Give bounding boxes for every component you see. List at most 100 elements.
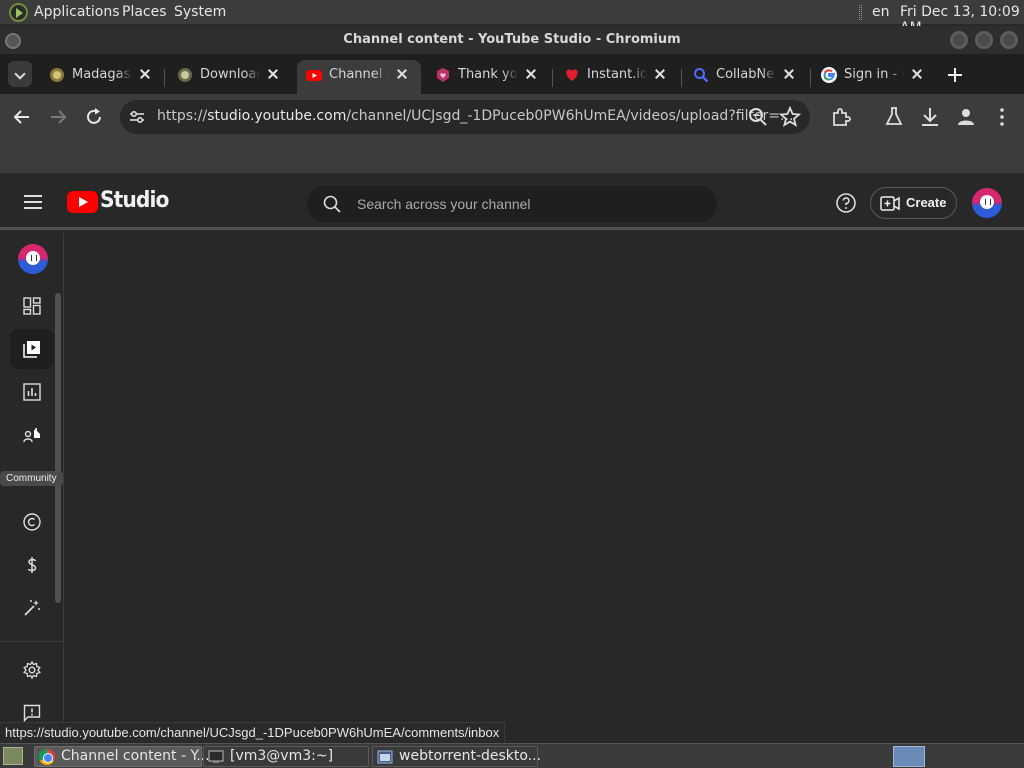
more-menu-icon[interactable] (990, 105, 1014, 129)
youtube-favicon (306, 70, 322, 81)
zoom-icon[interactable] (746, 105, 770, 129)
close-window-button[interactable] (1000, 31, 1018, 49)
channel-search-box[interactable] (307, 186, 717, 222)
bottom-taskbar: Channel content - Y... [vm3@vm3:~] webto… (0, 743, 1024, 768)
magic-wand-icon (24, 600, 40, 616)
browser-toolbar: https://studio.youtube.com/channel/UCJsg… (0, 94, 1024, 140)
forward-arrow-icon[interactable] (46, 105, 70, 129)
window-title: Channel content - YouTube Studio - Chrom… (343, 32, 681, 47)
menu-places[interactable]: Places (122, 4, 167, 20)
tab-close-icon[interactable] (908, 65, 926, 83)
workspace-switcher[interactable] (893, 746, 925, 767)
tab-label: Instant.io (587, 67, 647, 82)
tab-label: Download (200, 67, 260, 82)
sidebar-item-dashboard[interactable] (10, 286, 54, 326)
tab-divider (681, 69, 682, 87)
sidebar-item-community[interactable] (10, 415, 54, 455)
sidebar-item-copyright[interactable] (10, 502, 54, 542)
labs-flask-icon[interactable] (882, 105, 906, 129)
sidebar-item-content[interactable] (10, 329, 54, 369)
tab-collabnet[interactable]: CollabNet (684, 60, 808, 94)
content-play-icon (23, 341, 40, 358)
profile-icon[interactable] (954, 105, 978, 129)
dashboard-icon (23, 297, 41, 315)
tab-search-button[interactable] (8, 61, 32, 87)
new-tab-button[interactable] (944, 64, 966, 86)
tab-divider (810, 69, 811, 87)
extensions-icon[interactable] (829, 105, 853, 129)
tab-close-icon[interactable] (651, 65, 669, 83)
url-host: studio.youtube.com (207, 108, 347, 124)
download-favicon (178, 68, 192, 82)
chromium-icon (39, 749, 55, 765)
panel-separator (859, 5, 862, 20)
create-video-icon (880, 196, 900, 211)
window-titlebar: Channel content - YouTube Studio - Chrom… (0, 26, 1024, 54)
tab-madagascar[interactable]: Madagascar (40, 60, 164, 94)
menu-applications[interactable]: Applications (34, 4, 120, 20)
download-icon[interactable] (918, 105, 942, 129)
tab-close-icon[interactable] (393, 65, 411, 83)
app-window-icon (377, 750, 393, 764)
tab-thank-you[interactable]: Thank you (426, 60, 550, 94)
madagascar-favicon (50, 68, 64, 82)
site-info-tune-icon[interactable] (128, 108, 146, 126)
dollar-icon (27, 557, 37, 573)
sidebar-divider (0, 641, 64, 642)
url-text[interactable]: https://studio.youtube.com/channel/UCJsg… (157, 108, 793, 124)
tab-label: Thank you (458, 67, 518, 82)
taskbar-item-webtorrent[interactable]: webtorrent-deskto... (372, 746, 541, 767)
copyright-icon (23, 513, 41, 531)
status-bubble-url: https://studio.youtube.com/channel/UCJsg… (0, 722, 506, 742)
tab-close-icon[interactable] (522, 65, 540, 83)
youtube-logo-icon[interactable] (67, 191, 98, 213)
address-bar[interactable]: https://studio.youtube.com/channel/UCJsg… (120, 100, 810, 134)
studio-logo-text[interactable]: Studio (100, 188, 169, 213)
maximize-button[interactable] (975, 31, 993, 49)
menu-system[interactable]: System (174, 4, 226, 20)
taskbar-item-label: Channel content - Y... (61, 748, 210, 764)
keyboard-language-indicator[interactable]: en (872, 4, 890, 20)
minimize-button[interactable] (950, 31, 968, 49)
reload-icon[interactable] (82, 105, 106, 129)
show-desktop-icon[interactable] (3, 747, 23, 765)
sidebar-item-earn[interactable] (10, 545, 54, 585)
back-arrow-icon[interactable] (10, 105, 34, 129)
search-icon[interactable] (323, 195, 341, 213)
sidebar-item-customization[interactable] (10, 588, 54, 628)
google-favicon (821, 67, 837, 83)
sidebar-tooltip: Community (0, 471, 63, 486)
search-favicon (694, 68, 709, 83)
heart-shield-favicon (437, 68, 449, 82)
account-avatar[interactable] (972, 188, 1002, 218)
help-icon[interactable] (835, 192, 857, 214)
channel-avatar[interactable] (18, 244, 48, 274)
taskbar-item-chromium[interactable]: Channel content - Y... (34, 746, 210, 767)
bookmark-star-icon[interactable] (778, 105, 802, 129)
tab-label: CollabNet (716, 67, 776, 82)
tab-download[interactable]: Download (168, 60, 292, 94)
tab-close-icon[interactable] (264, 65, 282, 83)
hamburger-menu-icon[interactable] (24, 195, 42, 209)
community-icon (23, 428, 40, 443)
tab-instant-io[interactable]: Instant.io (555, 60, 679, 94)
tab-close-icon[interactable] (780, 65, 798, 83)
tab-divider (164, 69, 165, 87)
search-input[interactable] (357, 195, 697, 213)
sidebar-item-analytics[interactable] (10, 372, 54, 412)
analytics-icon (23, 383, 41, 401)
tab-close-icon[interactable] (136, 65, 154, 83)
bookmarks-bar (0, 140, 1024, 174)
applications-menu-icon[interactable] (9, 3, 28, 22)
create-label: Create (906, 195, 947, 210)
studio-header: Studio Create (0, 174, 1024, 230)
create-button[interactable]: Create (870, 187, 957, 219)
red-heart-favicon (566, 69, 578, 81)
terminal-icon (208, 750, 224, 763)
tab-google-sign-in[interactable]: Sign in - Google (812, 60, 936, 94)
tab-channel-content[interactable]: Channel content (297, 60, 421, 94)
sidebar-item-settings[interactable] (10, 650, 54, 690)
tab-strip: Madagascar Download Channel content Than… (0, 54, 1024, 94)
sidebar-scrollbar[interactable] (55, 293, 61, 603)
taskbar-item-terminal[interactable]: [vm3@vm3:~] (203, 746, 369, 767)
